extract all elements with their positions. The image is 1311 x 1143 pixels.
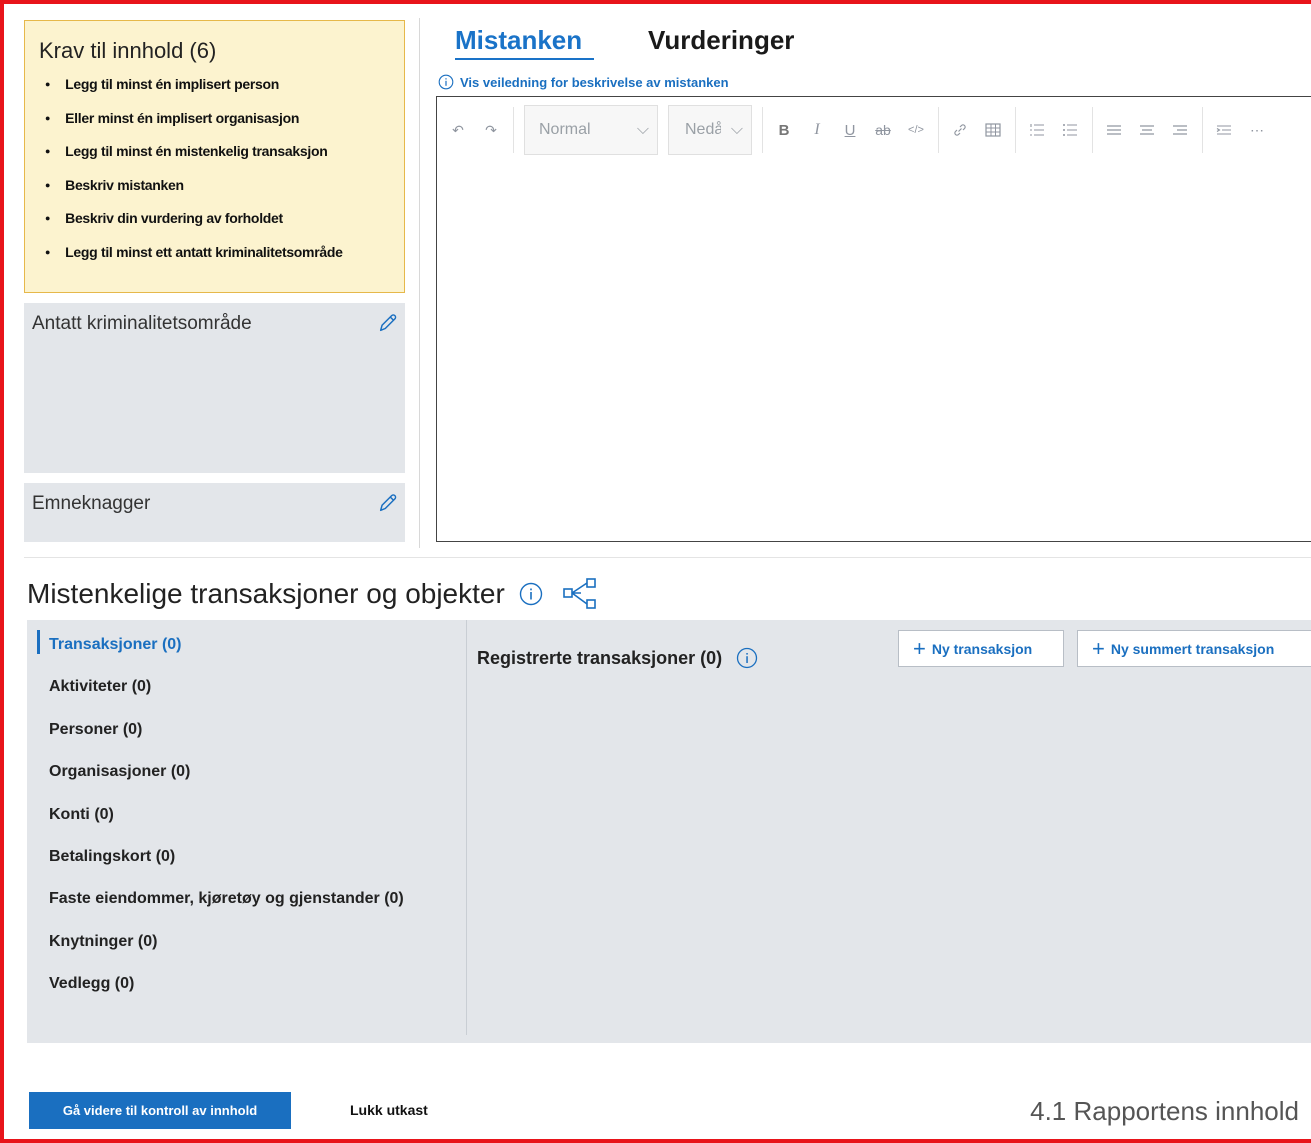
registered-title: Registrerte transaksjoner (0) — [477, 647, 723, 668]
requirement-item: Beskriv din vurdering av forholdet — [39, 210, 390, 244]
nav-betalingskort[interactable]: Betalingskort (0) — [49, 848, 175, 866]
toolbar-separator — [513, 107, 514, 153]
underline-icon[interactable]: U — [839, 118, 861, 142]
chevron-down-icon: ⌵ — [730, 121, 743, 138]
objects-nav: Transaksjoner (0) Aktiviteter (0) Person… — [27, 620, 467, 1035]
bold-icon[interactable]: B — [773, 118, 795, 142]
align-right-icon[interactable] — [1169, 118, 1191, 142]
italic-icon[interactable]: I — [806, 118, 828, 142]
crime-area-title: Antatt kriminalitetsområde — [32, 313, 252, 334]
toolbar-separator — [1092, 107, 1093, 153]
active-indicator — [37, 630, 40, 654]
nav-organisasjoner[interactable]: Organisasjoner (0) — [49, 763, 190, 781]
rich-text-editor[interactable]: ↶ ↷ Normal ⌵ Nedå ⌵ B I U ab </> ⋯ — [436, 96, 1311, 542]
editor-toolbar: ↶ ↷ Normal ⌵ Nedå ⌵ B I U ab </> ⋯ — [437, 97, 1311, 163]
guide-link[interactable]: Vis veiledning for beskrivelse av mistan… — [438, 74, 729, 90]
nav-faste-eiendommer[interactable]: Faste eiendommer, kjøretøy og gjenstande… — [49, 890, 404, 908]
column-divider — [419, 18, 420, 548]
toolbar-separator — [938, 107, 939, 153]
section-divider — [24, 557, 1311, 558]
new-summed-transaction-label: Ny summert transaksjon — [1110, 640, 1275, 657]
slide-caption: 4.1 Rapportens innhold — [1030, 1096, 1299, 1126]
bullet-list-icon[interactable] — [1059, 118, 1081, 142]
hashtags-title: Emneknagger — [32, 493, 151, 514]
undo-icon[interactable]: ↶ — [447, 118, 469, 142]
info-icon[interactable] — [519, 582, 543, 606]
requirements-box: Krav til innhold (6) Legg til minst én i… — [24, 20, 405, 293]
strikethrough-icon[interactable]: ab — [872, 118, 894, 142]
table-icon[interactable] — [982, 118, 1004, 142]
more-icon[interactable]: ⋯ — [1246, 118, 1268, 142]
toolbar-separator — [1202, 107, 1203, 153]
objects-panel: Transaksjoner (0) Aktiviteter (0) Person… — [27, 620, 1311, 1043]
tab-vurderinger[interactable]: Vurderinger — [648, 25, 794, 56]
new-transaction-label: Ny transaksjon — [931, 640, 1033, 657]
nav-vedlegg[interactable]: Vedlegg (0) — [49, 975, 134, 993]
close-draft-button[interactable]: Lukk utkast — [350, 1102, 428, 1118]
pencil-icon[interactable] — [377, 492, 399, 514]
level-select-value: Nedå — [685, 121, 721, 138]
registered-heading: Registrerte transaksjoner (0) — [477, 647, 758, 669]
guide-link-label: Vis veiledning for beskrivelse av mistan… — [460, 74, 729, 90]
crime-area-panel: Antatt kriminalitetsområde — [24, 303, 405, 473]
link-icon[interactable] — [949, 118, 971, 142]
code-icon[interactable]: </> — [905, 118, 927, 142]
toolbar-separator — [1015, 107, 1016, 153]
info-icon — [438, 74, 454, 90]
redo-icon[interactable]: ↷ — [480, 118, 502, 142]
toolbar-separator — [762, 107, 763, 153]
nav-personer[interactable]: Personer (0) — [49, 721, 142, 739]
section-title: Mistenkelige transaksjoner og objekter — [27, 578, 505, 609]
requirement-item: Legg til minst ett antatt kriminalitetso… — [39, 244, 390, 278]
nav-konti[interactable]: Konti (0) — [49, 806, 114, 824]
nav-aktiviteter[interactable]: Aktiviteter (0) — [49, 678, 151, 696]
network-graph-icon[interactable] — [561, 577, 599, 611]
tab-mistanken[interactable]: Mistanken — [455, 25, 595, 60]
new-transaction-button[interactable]: + Ny transaksjon — [898, 630, 1064, 667]
plus-icon: + — [913, 635, 926, 661]
format-select-value: Normal — [539, 121, 591, 138]
requirement-item: Legg til minst én implisert person — [39, 76, 390, 110]
hashtags-panel: Emneknagger — [24, 483, 405, 542]
continue-button[interactable]: Gå videre til kontroll av innhold — [29, 1092, 291, 1129]
pencil-icon[interactable] — [377, 312, 399, 334]
level-select[interactable]: Nedå ⌵ — [668, 105, 752, 155]
requirements-title: Krav til innhold (6) — [39, 38, 217, 63]
requirement-item: Beskriv mistanken — [39, 177, 390, 211]
align-center-icon[interactable] — [1136, 118, 1158, 142]
requirements-list: Legg til minst én implisert person Eller… — [39, 76, 390, 278]
requirement-item: Legg til minst én mistenkelig transaksjo… — [39, 143, 390, 177]
indent-icon[interactable] — [1213, 118, 1235, 142]
section-heading: Mistenkelige transaksjoner og objekter — [27, 577, 599, 611]
requirement-item: Eller minst én implisert organisasjon — [39, 110, 390, 144]
new-summed-transaction-button[interactable]: + Ny summert transaksjon — [1077, 630, 1311, 667]
format-select[interactable]: Normal ⌵ — [524, 105, 658, 155]
info-icon[interactable] — [736, 647, 758, 669]
numbered-list-icon[interactable] — [1026, 118, 1048, 142]
nav-transaksjoner[interactable]: Transaksjoner (0) — [49, 636, 182, 654]
chevron-down-icon: ⌵ — [636, 121, 649, 138]
nav-knytninger[interactable]: Knytninger (0) — [49, 933, 157, 951]
align-left-icon[interactable] — [1103, 118, 1125, 142]
plus-icon: + — [1092, 635, 1105, 661]
